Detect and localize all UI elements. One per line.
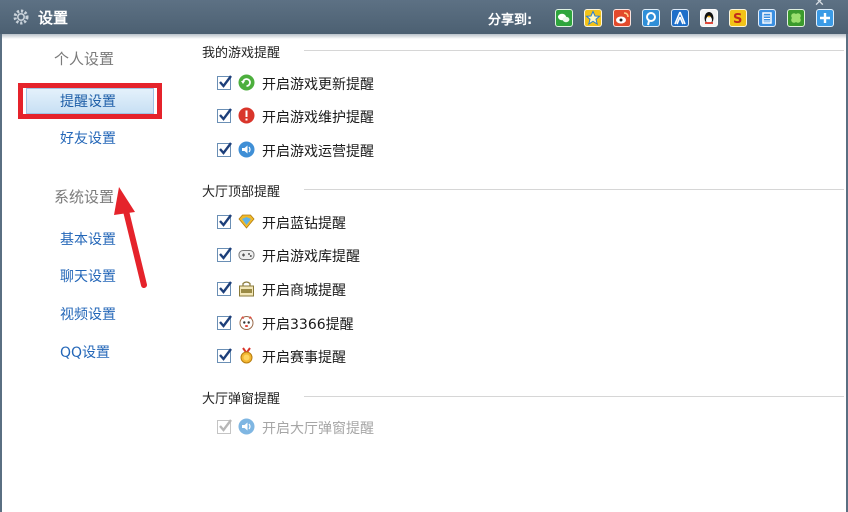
renren-icon[interactable]: [671, 9, 689, 27]
gamepad-icon: [238, 250, 255, 260]
section-title-lobby-popup: 大厅弹窗提醒: [202, 392, 281, 407]
checkbox-game-library[interactable]: [217, 247, 232, 262]
wechat-icon[interactable]: [555, 9, 573, 27]
checkbox-blue-diamond[interactable]: [217, 214, 232, 229]
close-icon[interactable]: ✕: [814, 0, 825, 10]
option-shop-label[interactable]: 开启商城提醒: [262, 280, 346, 300]
option-game-library-label[interactable]: 开启游戏库提醒: [262, 246, 360, 266]
warning-icon: [238, 107, 255, 124]
option-game-maintenance-label[interactable]: 开启游戏维护提醒: [262, 107, 374, 127]
title-bar: 设置 分享到: S ✕: [0, 0, 848, 34]
section-title-lobby-top: 大厅顶部提醒: [202, 185, 281, 200]
tencent-weibo-icon[interactable]: [642, 9, 660, 27]
section-title-my-games: 我的游戏提醒: [202, 46, 281, 61]
sidebar-item-friends[interactable]: 好友设置: [60, 128, 116, 148]
weibo-icon[interactable]: [613, 9, 631, 27]
sidebar-item-video[interactable]: 视频设置: [60, 304, 116, 324]
section-divider: [304, 396, 844, 397]
speaker-icon: [238, 418, 255, 435]
share-label: 分享到:: [488, 13, 533, 28]
qq-penguin-icon[interactable]: [700, 9, 718, 27]
tieba-icon[interactable]: [758, 9, 776, 27]
speaker-icon: [238, 141, 255, 158]
blue-diamond-icon: [238, 214, 255, 229]
add-more-icon[interactable]: [816, 9, 834, 27]
medal-icon: [240, 347, 253, 364]
checkbox-game-maintenance[interactable]: [217, 108, 232, 123]
option-game-update-label[interactable]: 开启游戏更新提醒: [262, 74, 374, 94]
gear-icon: [13, 9, 29, 25]
option-3366-label[interactable]: 开启3366提醒: [262, 314, 354, 334]
checkbox-game-operation[interactable]: [217, 142, 232, 157]
qzone-star-icon[interactable]: [584, 9, 602, 27]
checkbox-lobby-popup: [217, 419, 232, 434]
window-title: 设置: [38, 9, 69, 27]
shop-icon: [239, 281, 254, 297]
checkbox-3366[interactable]: [217, 315, 232, 330]
3366-mascot-icon: [239, 316, 254, 330]
svg-text:S: S: [733, 12, 742, 26]
clover-icon[interactable]: [787, 9, 805, 27]
option-lobby-popup-label: 开启大厅弹窗提醒: [262, 421, 374, 437]
checkbox-game-update[interactable]: [217, 75, 232, 90]
sidebar-item-qq[interactable]: QQ设置: [60, 342, 110, 362]
checkbox-match[interactable]: [217, 348, 232, 363]
option-match-label[interactable]: 开启赛事提醒: [262, 347, 346, 367]
section-divider: [304, 189, 844, 190]
checkbox-shop[interactable]: [217, 281, 232, 296]
section-divider: [304, 50, 844, 51]
kaixin-icon[interactable]: S: [729, 9, 747, 27]
annotation-arrow: [114, 187, 147, 288]
option-game-operation-label[interactable]: 开启游戏运营提醒: [262, 141, 374, 161]
highlight-box: [18, 83, 162, 119]
sidebar-group-personal: 个人设置: [54, 50, 115, 68]
option-blue-diamond-label[interactable]: 开启蓝钻提醒: [262, 213, 346, 233]
update-icon: [238, 74, 255, 91]
